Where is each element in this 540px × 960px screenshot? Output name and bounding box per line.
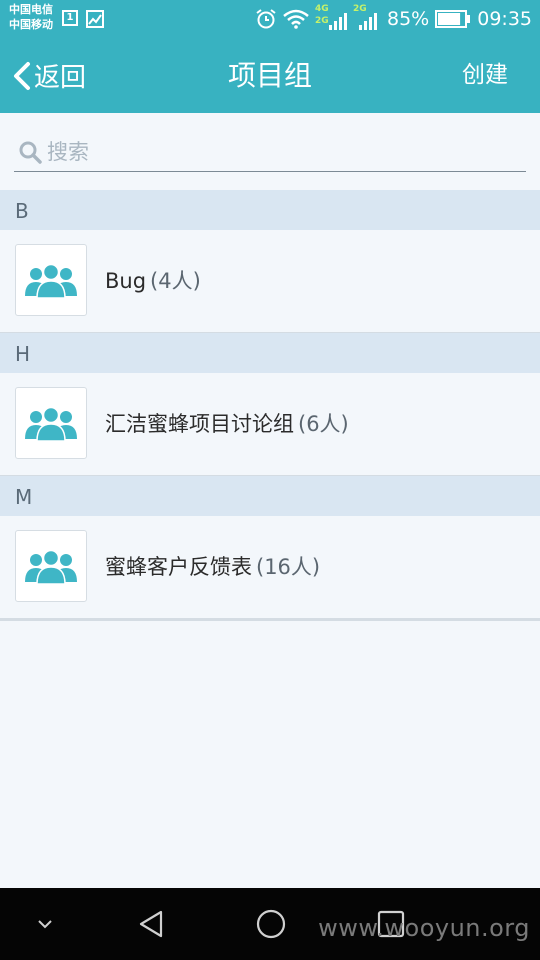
chevron-down-icon — [38, 920, 52, 929]
group-row[interactable]: 蜜蜂客户反馈表 (16人) — [0, 516, 540, 619]
battery-percent: 85% — [387, 8, 430, 30]
sim-card-icon: 1 — [62, 10, 78, 26]
back-label: 返回 — [34, 63, 87, 93]
group-title: 汇洁蜜蜂项目讨论组 (6人) — [105, 373, 349, 475]
status-right-icons: 4G 2G 2G 85% 09:35 — [255, 4, 532, 32]
avatar — [15, 244, 87, 316]
watermark: www.wooyun.org — [318, 914, 530, 942]
search-bar[interactable] — [14, 133, 526, 172]
search-input[interactable] — [45, 139, 489, 165]
member-count: (16人) — [256, 555, 321, 579]
search-icon — [19, 141, 42, 164]
app-header: 返回 项目组 创建 — [0, 38, 540, 113]
section-header-h: H — [0, 333, 540, 373]
signal-icon: 2G — [353, 4, 381, 32]
triangle-back-icon — [139, 910, 163, 938]
list-divider — [0, 619, 540, 621]
net-type-a: 4G — [315, 4, 329, 14]
status-left-icons: 1 — [62, 10, 104, 28]
group-title: 蜜蜂客户反馈表 (16人) — [105, 516, 320, 618]
search-area — [0, 113, 540, 190]
back-button[interactable]: 返回 — [12, 38, 86, 113]
create-button[interactable]: 创建 — [462, 38, 508, 113]
group-users-icon — [25, 406, 77, 442]
group-name: 汇洁蜜蜂项目讨论组 — [105, 412, 294, 436]
carrier-1: 中国电信 — [9, 3, 53, 16]
image-icon — [86, 10, 104, 28]
group-users-icon — [25, 549, 77, 585]
group-title: Bug (4人) — [105, 230, 201, 332]
avatar — [15, 387, 87, 459]
hide-keyboard-button[interactable] — [26, 888, 64, 960]
section-header-m: M — [0, 476, 540, 516]
carrier-2: 中国移动 — [9, 18, 53, 31]
chevron-left-icon — [14, 61, 30, 90]
nav-back-button[interactable] — [128, 888, 174, 960]
alarm-icon — [256, 9, 276, 29]
nav-home-button[interactable] — [248, 888, 294, 960]
status-bar: 中国电信 中国移动 1 4G 2G 2G 85% 09:35 — [0, 0, 540, 38]
avatar — [15, 530, 87, 602]
net-type-b: 2G — [315, 16, 329, 26]
group-users-icon — [25, 263, 77, 299]
wifi-icon — [283, 9, 309, 29]
group-name: 蜜蜂客户反馈表 — [105, 555, 252, 579]
carrier-names: 中国电信 中国移动 — [9, 2, 53, 32]
signal-dual-icon: 4G 2G — [315, 4, 347, 32]
clock: 09:35 — [477, 8, 532, 30]
member-count: (6人) — [298, 412, 349, 436]
group-row[interactable]: 汇洁蜜蜂项目讨论组 (6人) — [0, 373, 540, 476]
battery-icon — [435, 10, 471, 28]
app-screen: 中国电信 中国移动 1 4G 2G 2G 85% 09:35 返回 项目组 创建… — [0, 0, 540, 960]
system-nav-bar: www.wooyun.org — [0, 888, 540, 960]
group-list: B Bug (4人) H 汇洁蜜蜂项目讨论组 (6人) M 蜜蜂客户反馈表 (1… — [0, 190, 540, 621]
member-count: (4人) — [150, 269, 201, 293]
group-name: Bug — [105, 269, 147, 293]
circle-home-icon — [256, 909, 286, 939]
section-header-b: B — [0, 190, 540, 230]
battery-fill — [438, 13, 461, 25]
group-row[interactable]: Bug (4人) — [0, 230, 540, 333]
